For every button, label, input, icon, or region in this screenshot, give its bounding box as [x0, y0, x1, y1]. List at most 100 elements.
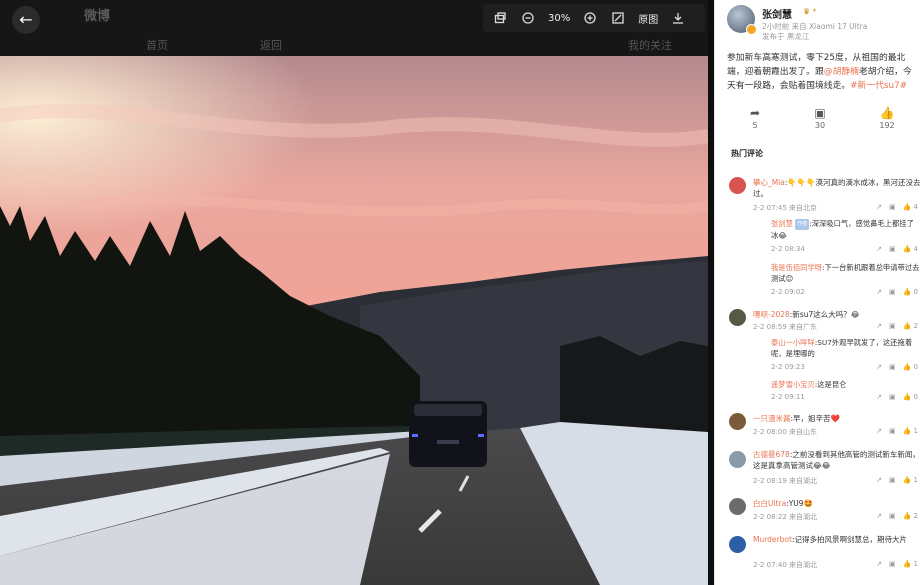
like-button[interactable]: 👍 4: [903, 203, 918, 211]
commenter-avatar[interactable]: [729, 413, 746, 430]
commenter-avatar[interactable]: [729, 309, 746, 326]
hashtag-link[interactable]: #新一代su7#: [850, 81, 907, 91]
commenter-name[interactable]: Murderbot: [753, 535, 792, 544]
share-button[interactable]: ➦ 5: [740, 105, 770, 130]
share-icon: ➦: [749, 106, 761, 120]
sunset-road-image: [0, 56, 708, 585]
replier-name[interactable]: 我是伍佰同学呀: [771, 263, 822, 272]
reply-body: 我是伍佰同学呀:下一台新机跟着总申请带过去测试😊: [771, 262, 921, 284]
replier-name[interactable]: 遥梦雪小宝贝: [771, 380, 815, 389]
share-icon[interactable]: ↗: [876, 393, 882, 401]
reply-text: :深深吸口气，感觉鼻毛上都挂了冰😂: [771, 219, 914, 240]
like-button[interactable]: 👍 4: [903, 245, 918, 253]
post-meta: 2小时前 来自 Xiaomi 17 Ultra 发布于 黑龙江: [762, 22, 867, 42]
image-toolbar: 30% 原图: [483, 4, 705, 32]
commenter-avatar[interactable]: [729, 498, 746, 515]
share-icon[interactable]: ↗: [876, 288, 882, 296]
post-actions: ➦ 5 ▣ 30 👍 192: [715, 105, 923, 135]
zoom-out-button[interactable]: [517, 7, 539, 29]
like-button[interactable]: 👍 1: [903, 560, 918, 568]
comment-button[interactable]: ▣ 30: [805, 105, 835, 130]
like-count: 4: [913, 203, 918, 211]
fit-screen-icon: [612, 12, 624, 24]
comment-body: Murderbot:记得多拍风景啊剑慧总，期待大片: [753, 534, 921, 545]
commenter-name[interactable]: 攀心_Mia: [753, 178, 785, 187]
download-button[interactable]: [667, 7, 689, 29]
like-button[interactable]: 👍 2: [903, 322, 918, 330]
comment-actions: ↗ ▣ 👍 2: [876, 512, 918, 520]
weibo-logo: 微博: [84, 9, 111, 24]
comment-actions: ↗ ▣ 👍 1: [876, 476, 918, 484]
share-icon[interactable]: ↗: [876, 560, 882, 568]
back-button[interactable]: ←: [12, 6, 40, 34]
post-author: 张剑慧 ♛ ⁴ 2小时前 来自 Xiaomi 17 Ultra 发布于 黑龙江: [727, 5, 922, 45]
like-count: 0: [913, 288, 918, 296]
comment-icon[interactable]: ▣: [889, 560, 896, 568]
comment-icon[interactable]: ▣: [889, 245, 896, 253]
author-badge: ♛ ⁴: [803, 7, 816, 16]
like-button[interactable]: 👍 0: [903, 363, 918, 371]
comment-icon[interactable]: ▣: [889, 476, 896, 484]
comment-text: :YU9🤩: [786, 499, 813, 508]
like-button[interactable]: 👍 2: [903, 512, 918, 520]
post-photo[interactable]: [0, 56, 708, 585]
like-button[interactable]: 👍 192: [872, 105, 902, 130]
like-count: 1: [913, 476, 918, 484]
share-icon[interactable]: ↗: [876, 322, 882, 330]
comment-icon[interactable]: ▣: [889, 203, 896, 211]
like-button[interactable]: 👍 0: [903, 393, 918, 401]
author-avatar[interactable]: [727, 5, 757, 35]
reply-meta: 2-2 08:34: [771, 245, 805, 253]
share-icon[interactable]: ↗: [876, 363, 882, 371]
commenter-name[interactable]: 一只漫米酱: [753, 414, 791, 423]
comment-icon[interactable]: ▣: [889, 322, 896, 330]
comment-meta: 2-2 08:00 来自山东: [753, 428, 818, 436]
comment-text: :记得多拍风景啊剑慧总，期待大片: [791, 535, 907, 544]
replier-name[interactable]: 张剑慧: [771, 219, 793, 228]
commenter-name[interactable]: 古德曼678: [753, 450, 790, 459]
original-image-button[interactable]: 原图: [635, 11, 661, 26]
bg-tab-home: 首页: [146, 39, 168, 52]
reply-actions: ↗ ▣ 👍 0: [876, 363, 918, 371]
comment-icon[interactable]: ▣: [889, 363, 896, 371]
zoom-in-button[interactable]: [579, 7, 601, 29]
commenter-avatar[interactable]: [729, 177, 746, 194]
commenter-avatar[interactable]: [729, 536, 746, 553]
share-icon[interactable]: ↗: [876, 512, 882, 520]
reply-body: 张剑慧 作者:深深吸口气，感觉鼻毛上都挂了冰😂: [771, 218, 921, 241]
reply-meta: 2-2 09:23: [771, 363, 805, 371]
commenter-name[interactable]: 嘿呗-2028: [753, 310, 790, 319]
replier-name[interactable]: 泰山一小咩咩: [771, 338, 815, 347]
rotate-button[interactable]: [489, 7, 511, 29]
like-button[interactable]: 👍 1: [903, 427, 918, 435]
bg-tab-back: 返回: [260, 39, 282, 52]
commenter-avatar[interactable]: [729, 451, 746, 468]
hot-comments-heading: 热门评论: [731, 149, 763, 158]
author-name[interactable]: 张剑慧: [762, 6, 792, 21]
like-button[interactable]: 👍 1: [903, 476, 918, 484]
fit-screen-button[interactable]: [607, 7, 629, 29]
share-icon[interactable]: ↗: [876, 203, 882, 211]
share-icon[interactable]: ↗: [876, 427, 882, 435]
reply-body: 遥梦雪小宝贝:这是昆仑: [771, 379, 921, 390]
like-count: 4: [913, 245, 918, 253]
reply-meta: 2-2 09:11: [771, 393, 805, 401]
like-button[interactable]: 👍 0: [903, 288, 918, 296]
share-icon[interactable]: ↗: [876, 245, 882, 253]
mention-link[interactable]: @胡静楠: [824, 67, 859, 77]
comment-icon[interactable]: ▣: [889, 393, 896, 401]
comment-meta: 2-2 07:45 来自北京: [753, 204, 818, 212]
post-detail-panel: 张剑慧 ♛ ⁴ 2小时前 来自 Xiaomi 17 Ultra 发布于 黑龙江 …: [714, 0, 923, 585]
comment-body: 白白Ultra:YU9🤩: [753, 498, 921, 509]
commenter-name[interactable]: 白白Ultra: [753, 499, 786, 508]
reply-text: :这是昆仑: [814, 380, 847, 389]
comment-icon[interactable]: ▣: [889, 288, 896, 296]
post-location: 发布于 黑龙江: [762, 32, 810, 41]
comment-actions: ↗ ▣ 👍 1: [876, 560, 918, 568]
post-time-device: 2小时前 来自 Xiaomi 17 Ultra: [762, 22, 868, 31]
comment-meta: 2-2 08:22 来自湖北: [753, 513, 818, 521]
comment-icon[interactable]: ▣: [889, 427, 896, 435]
share-icon[interactable]: ↗: [876, 476, 882, 484]
bg-tab-right: 我的关注: [628, 39, 672, 52]
comment-icon[interactable]: ▣: [889, 512, 896, 520]
